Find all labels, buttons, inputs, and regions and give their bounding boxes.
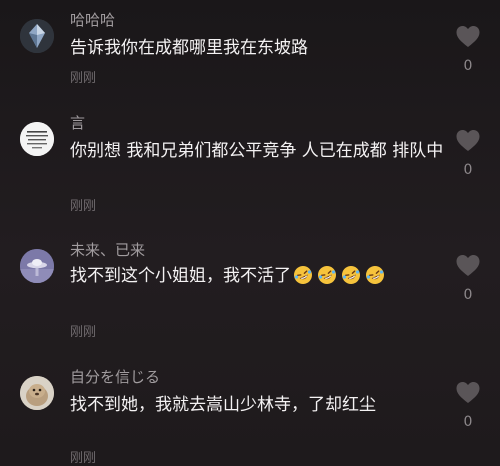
comment-username[interactable]: 未来、已来: [70, 239, 145, 260]
comment-time: 刚刚: [70, 71, 97, 86]
like-button[interactable]: 0: [454, 381, 482, 430]
like-count: 0: [463, 414, 473, 430]
comment-text: 找不到她，我就去嵩山少林寺，了却红尘: [70, 395, 376, 415]
rofl-emoji: [342, 266, 360, 284]
heart-icon: [456, 26, 480, 47]
comment-time: 刚刚: [70, 325, 97, 340]
comment-username[interactable]: 哈哈哈: [70, 9, 115, 30]
comment-username[interactable]: 自分を信じる: [70, 366, 160, 387]
rofl-emoji: [366, 266, 384, 284]
avatar[interactable]: [20, 19, 54, 53]
like-count: 0: [463, 287, 473, 303]
comment-text: 找不到这个小姐姐，我不活了: [70, 264, 445, 289]
rofl-emoji: [318, 266, 336, 284]
like-count: 0: [463, 58, 473, 74]
avatar[interactable]: [20, 249, 54, 283]
crystal-icon: [20, 19, 54, 53]
comment-text-content: 找不到这个小姐姐，我不活了: [70, 266, 291, 286]
comment-text: 你别想 我和兄弟们都公平竞争 人已在成都 排队中: [70, 141, 444, 161]
heart-icon: [456, 255, 480, 276]
like-button[interactable]: 0: [454, 254, 482, 303]
heart-icon: [456, 382, 480, 403]
heart-icon: [456, 130, 480, 151]
comment-username[interactable]: 言: [70, 112, 85, 133]
ufo-icon: [20, 249, 54, 283]
animal-photo-icon: [20, 376, 54, 410]
like-button[interactable]: 0: [454, 129, 482, 178]
comment-text: 告诉我你在成都哪里我在东坡路: [70, 38, 308, 58]
avatar[interactable]: [20, 122, 54, 156]
comment-time: 刚刚: [70, 199, 97, 214]
like-button[interactable]: 0: [454, 25, 482, 74]
rofl-emoji: [294, 266, 312, 284]
comment-time: 刚刚: [70, 451, 97, 466]
avatar[interactable]: [20, 376, 54, 410]
like-count: 0: [463, 162, 473, 178]
text-card-icon: [20, 122, 54, 156]
